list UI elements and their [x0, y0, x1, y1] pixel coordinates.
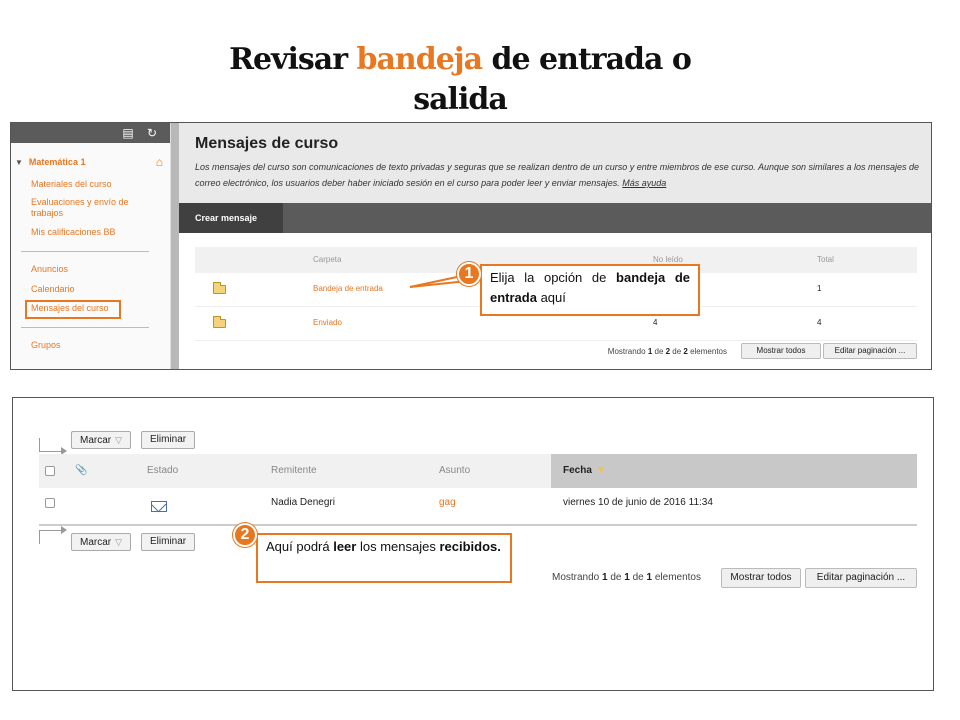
sidebar-item-groups[interactable]: Grupos — [31, 340, 61, 351]
chevron-down-icon: ▽ — [115, 537, 123, 547]
course-name: Matemática 1 — [28, 157, 86, 167]
title-part1: Revisar — [229, 42, 357, 77]
sidebar-item-grades[interactable]: Mis calificaciones BB — [31, 227, 116, 238]
select-all-checkbox[interactable] — [45, 466, 55, 476]
envelope-icon — [151, 501, 167, 512]
callout-1-number: 1 — [457, 262, 481, 286]
sidebar-item-evaluations[interactable]: Evaluaciones y envío de trabajos — [31, 197, 143, 219]
mark-dropdown-button[interactable]: Marcar ▽ — [71, 533, 132, 551]
show-all-button[interactable]: Mostrar todos — [721, 568, 801, 588]
folder-sent-link[interactable]: Enviado — [313, 307, 342, 339]
toolbar-arrow-icon — [39, 526, 67, 544]
column-subject[interactable]: Asunto — [439, 454, 470, 488]
course-messages-highlight — [25, 300, 121, 319]
sidebar-item-announcements[interactable]: Anuncios — [31, 264, 68, 275]
edit-paging-button[interactable]: Editar paginación ... — [823, 343, 917, 359]
action-bar: Crear mensaje — [179, 203, 931, 233]
callout-1-box: Elija la opción de bandeja de entrada aq… — [480, 264, 700, 316]
course-sidebar: ▤ ↻ ▼ Matemática 1 ⌂ Materiales del curso… — [11, 123, 171, 369]
sorted-column-bg — [551, 454, 917, 488]
sort-down-icon: ▼ — [595, 465, 606, 476]
course-menu-header[interactable]: ▼ Matemática 1 ⌂ — [15, 155, 167, 173]
pagination-summary: Mostrando 1 de 1 de 1 elementos — [551, 572, 701, 583]
folder-icon — [213, 282, 226, 294]
help-link[interactable]: Más ayuda — [622, 178, 666, 188]
total-count: 1 — [817, 284, 822, 293]
description-text: Los mensajes del curso son comunicacione… — [195, 162, 920, 188]
create-message-button[interactable]: Crear mensaje — [179, 203, 283, 233]
folder-icon — [213, 316, 226, 328]
column-total[interactable]: Total — [817, 247, 834, 273]
column-date[interactable]: Fecha ▼ — [563, 454, 606, 488]
pagination-bar: Mostrando 1 de 2 de 2 elementos Mostrar … — [195, 343, 917, 361]
messages-table-header: 📎 Estado Remitente Asunto Fecha ▼ — [39, 454, 917, 488]
message-date: viernes 10 de junio de 2016 11:34 — [563, 497, 713, 508]
callout-2-box: Aquí podrá leer los mensajes recibidos. — [256, 533, 512, 583]
sidebar-resize-gutter[interactable] — [171, 123, 179, 369]
sidebar-divider — [21, 251, 149, 252]
toolbar-arrow-icon — [39, 438, 67, 455]
refresh-icon[interactable]: ↻ — [145, 126, 159, 140]
delete-button[interactable]: Eliminar — [141, 533, 196, 551]
column-status[interactable]: Estado — [147, 454, 178, 488]
title-accent: bandeja — [356, 42, 484, 77]
row-checkbox[interactable] — [45, 498, 55, 508]
pagination-summary: Mostrando 1 de 2 de 2 elementos — [607, 347, 727, 356]
home-icon[interactable]: ⌂ — [156, 155, 163, 169]
callout-2-number: 2 — [233, 523, 257, 547]
mark-dropdown-button[interactable]: Marcar ▽ — [71, 431, 132, 449]
table-row[interactable]: Nadia Denegri gag viernes 10 de junio de… — [39, 488, 917, 526]
sidebar-item-calendar[interactable]: Calendario — [31, 284, 75, 295]
column-folder[interactable]: Carpeta — [313, 247, 341, 273]
sidebar-item-materials[interactable]: Materiales del curso — [31, 179, 112, 190]
slide-title: Revisar bandeja de entrada o salida — [180, 40, 740, 120]
show-all-button[interactable]: Mostrar todos — [741, 343, 821, 359]
delete-button[interactable]: Eliminar — [141, 431, 196, 449]
message-sender: Nadia Denegri — [271, 497, 335, 508]
sidebar-toolbar: ▤ ↻ — [11, 123, 170, 143]
page-description: Los mensajes del curso son comunicacione… — [195, 159, 931, 191]
edit-paging-button[interactable]: Editar paginación ... — [805, 568, 917, 588]
collapse-caret-icon[interactable]: ▼ — [15, 158, 23, 167]
chevron-down-icon: ▽ — [115, 435, 123, 445]
folder-inbox-link[interactable]: Bandeja de entrada — [313, 273, 383, 305]
attachment-icon[interactable]: 📎 — [75, 454, 87, 488]
content-header: Mensajes de curso Los mensajes del curso… — [179, 123, 931, 203]
course-messages-screenshot: ▤ ↻ ▼ Matemática 1 ⌂ Materiales del curso… — [10, 122, 932, 370]
page-title: Mensajes de curso — [195, 135, 339, 152]
folder-view-icon[interactable]: ▤ — [121, 126, 135, 140]
column-sender[interactable]: Remitente — [271, 454, 317, 488]
total-count: 4 — [817, 318, 822, 327]
sidebar-divider — [21, 327, 149, 328]
message-subject-link[interactable]: gag — [439, 488, 456, 518]
